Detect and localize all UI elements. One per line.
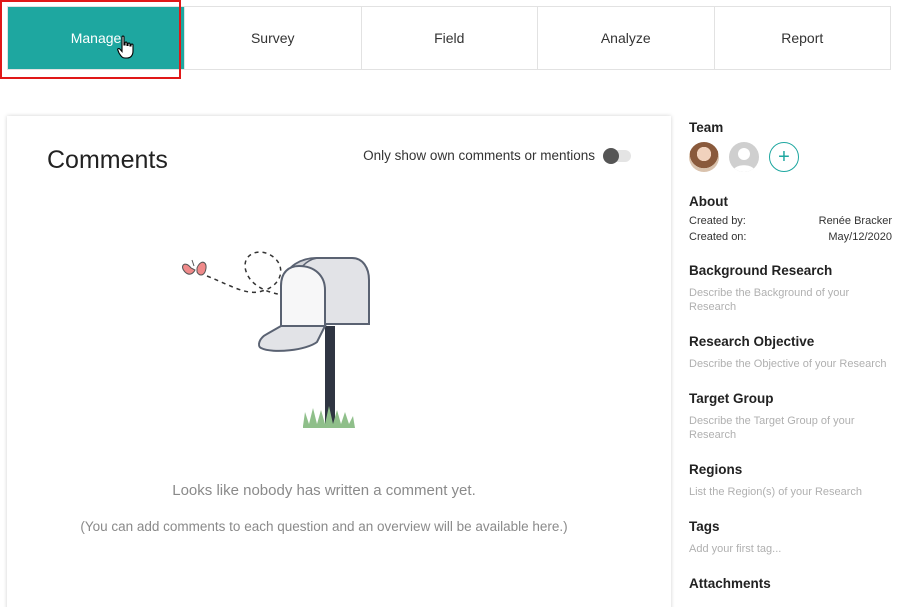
attachments-section: Attachments <box>689 576 892 591</box>
background-section: Background Research Describe the Backgro… <box>689 263 892 314</box>
toggle-label: Only show own comments or mentions <box>363 148 595 163</box>
empty-state-message: Looks like nobody has written a comment … <box>172 482 476 499</box>
tags-title: Tags <box>689 519 720 534</box>
regions-title: Regions <box>689 462 743 477</box>
avatar[interactable] <box>689 142 719 172</box>
attachments-title: Attachments <box>689 576 771 591</box>
own-comments-toggle[interactable] <box>603 147 631 164</box>
tab-label: Analyze <box>600 30 651 46</box>
tab-analyze[interactable]: Analyze <box>538 7 715 69</box>
tab-manage[interactable]: Manage <box>8 7 185 69</box>
tab-label: Field <box>434 30 465 46</box>
objective-section: Research Objective Describe the Objectiv… <box>689 334 892 371</box>
target-group-section: Target Group Describe the Target Group o… <box>689 391 892 442</box>
about-title: About <box>689 194 728 209</box>
created-on-value: May/12/2020 <box>828 231 892 243</box>
created-on-row: Created on: May/12/2020 <box>689 231 892 243</box>
butterfly-icon <box>182 259 207 276</box>
target-group-field[interactable]: Describe the Target Group of your Resear… <box>689 414 892 442</box>
empty-state-hint: (You can add comments to each question a… <box>80 519 568 534</box>
background-title: Background Research <box>689 263 833 278</box>
created-on-label: Created on: <box>689 231 747 243</box>
created-by-label: Created by: <box>689 215 746 227</box>
tab-field[interactable]: Field <box>362 7 538 69</box>
objective-title: Research Objective <box>689 334 815 349</box>
tab-label: Report <box>781 30 824 46</box>
tags-input[interactable]: Add your first tag... <box>689 542 892 556</box>
tab-label: Survey <box>250 30 295 46</box>
project-details-sidebar: Team + About Created by: Renée Bracker C… <box>689 120 892 591</box>
regions-section: Regions List the Region(s) of your Resea… <box>689 462 892 499</box>
created-by-row: Created by: Renée Bracker <box>689 215 892 227</box>
background-field[interactable]: Describe the Background of your Research <box>689 286 892 314</box>
toggle-knob <box>603 147 619 164</box>
empty-mailbox-illustration <box>182 251 370 428</box>
team-title: Team <box>689 120 724 135</box>
objective-field[interactable]: Describe the Objective of your Research <box>689 357 892 371</box>
own-comments-filter: Only show own comments or mentions <box>363 147 631 164</box>
team-members: + <box>689 142 892 172</box>
avatar-placeholder[interactable] <box>729 142 759 172</box>
created-by-value: Renée Bracker <box>818 215 892 227</box>
main-tabs: Manage Survey Field Analyze Report <box>7 6 891 70</box>
add-team-member-button[interactable]: + <box>769 142 799 172</box>
target-group-title: Target Group <box>689 391 774 406</box>
comments-title: Comments <box>47 146 168 174</box>
regions-field[interactable]: List the Region(s) of your Research <box>689 485 892 499</box>
tab-label: Manage <box>70 30 122 46</box>
user-icon <box>733 148 755 172</box>
hand-cursor-icon <box>117 35 134 59</box>
tags-section: Tags Add your first tag... <box>689 519 892 556</box>
tab-survey[interactable]: Survey <box>185 7 362 69</box>
comments-panel: Comments Only show own comments or menti… <box>7 116 671 607</box>
tab-report[interactable]: Report <box>715 7 891 69</box>
